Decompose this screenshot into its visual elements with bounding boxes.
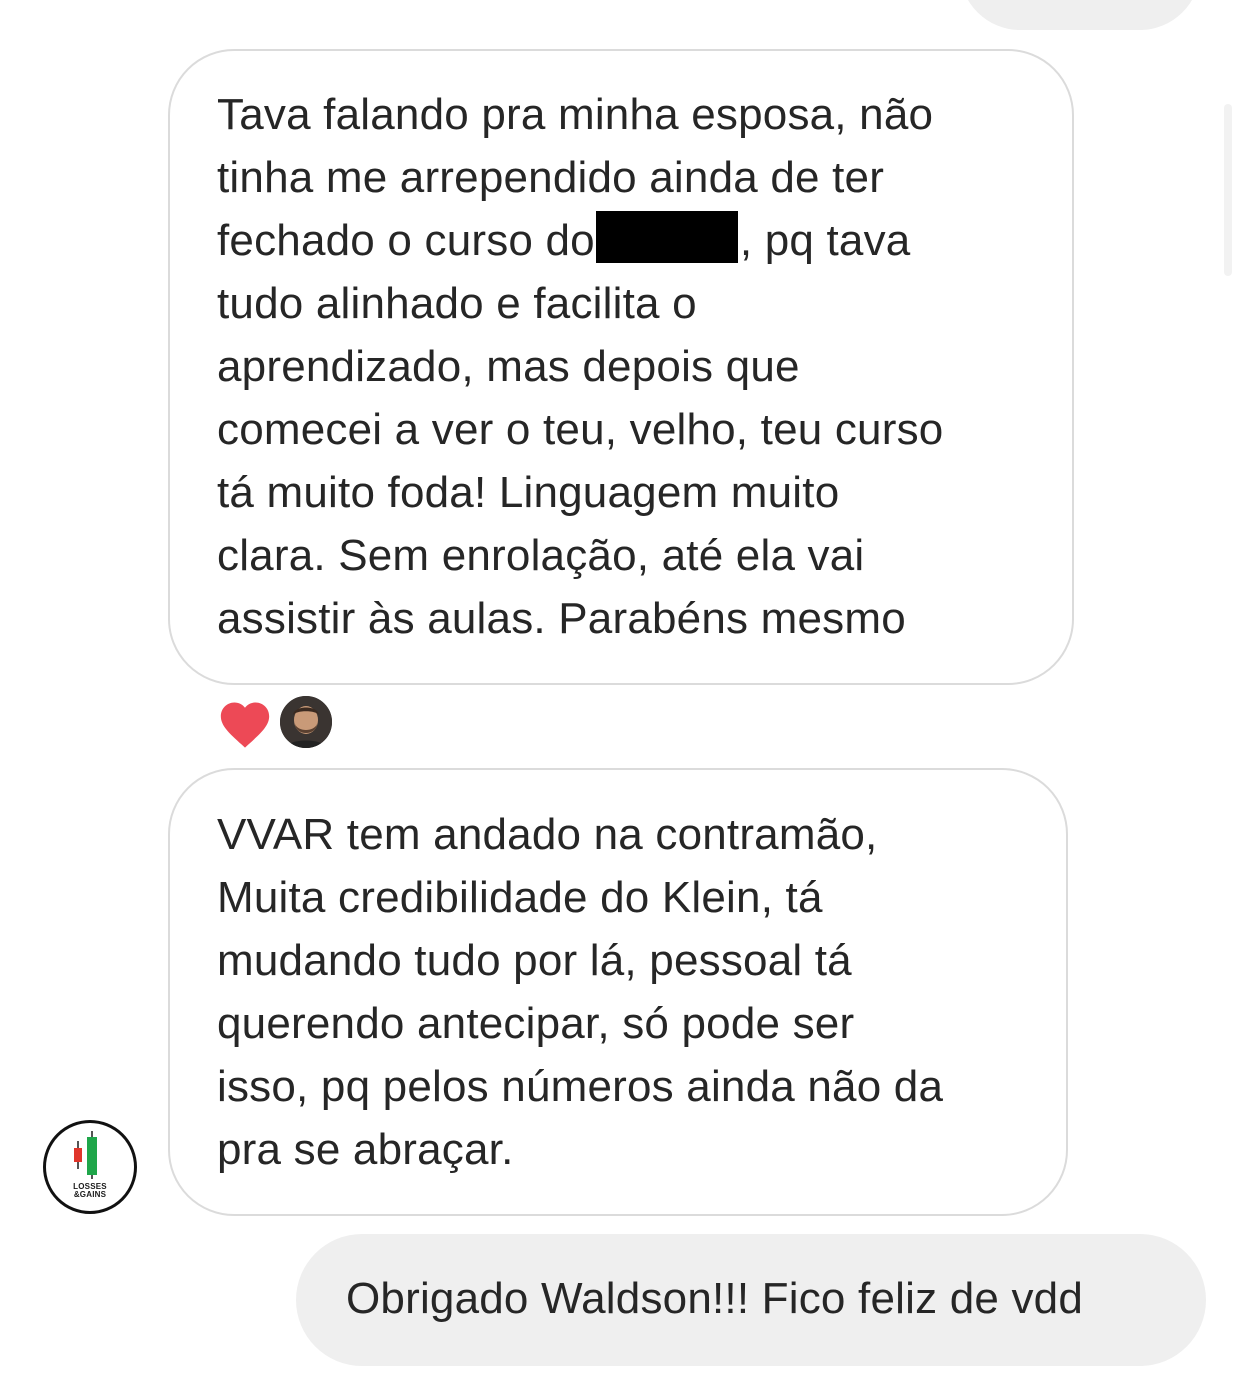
message-text: VVAR tem andado na contramão, Muita cred… [217, 803, 943, 1181]
message-line: fechado o curso do , pq tava [217, 209, 943, 272]
message-line: clara. Sem enrolação, até ela vai [217, 531, 865, 580]
logo-text: LOSSES &GAINS [46, 1183, 134, 1199]
message-line: aprendizado, mas depois que [217, 342, 800, 391]
message-line: querendo antecipar, só pode ser [217, 999, 855, 1048]
message-line: tá muito foda! Linguagem muito [217, 468, 840, 517]
message-line: mudando tudo por lá, pessoal tá [217, 936, 852, 985]
message-line-part: , pq tava [739, 216, 911, 265]
scrollbar[interactable] [1224, 104, 1232, 276]
message-line: tudo alinhado e facilita o [217, 279, 697, 328]
message-line: Obrigado Waldson!!! Fico feliz de vdd [346, 1274, 1084, 1323]
message-line: comecei a ver o teu, velho, teu curso [217, 405, 944, 454]
message-line: Tava falando pra minha esposa, não [217, 90, 934, 139]
redaction-box [595, 211, 738, 263]
sender-avatar[interactable]: LOSSES &GAINS [43, 1120, 137, 1214]
message-line: VVAR tem andado na contramão, [217, 810, 878, 859]
message-line: Muita credibilidade do Klein, tá [217, 873, 823, 922]
previous-message-bubble[interactable] [960, 0, 1200, 30]
message-text: Tava falando pra minha esposa, não tinha… [217, 83, 943, 650]
heart-icon [220, 702, 270, 748]
message-text: Obrigado Waldson!!! Fico feliz de vdd [346, 1267, 1083, 1330]
message-line: assistir às aulas. Parabéns mesmo [217, 594, 906, 643]
message-line-part: fechado o curso do [217, 216, 595, 265]
person-avatar-icon [280, 696, 332, 748]
logo-text-line: &GAINS [73, 1190, 107, 1199]
reactor-avatar[interactable] [278, 694, 334, 750]
message-line: tinha me arrependido ainda de ter [217, 153, 885, 202]
message-line: pra se abraçar. [217, 1125, 514, 1174]
message-line: isso, pq pelos números ainda não da [217, 1062, 944, 1111]
